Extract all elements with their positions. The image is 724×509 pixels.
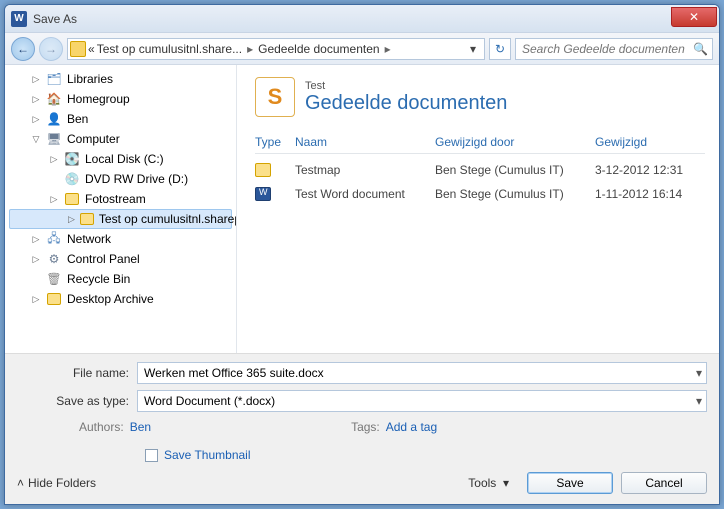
folder-icon <box>255 163 271 177</box>
row-date: 3-12-2012 12:31 <box>595 163 705 177</box>
chevron-down-icon[interactable]: ▾ <box>696 366 702 380</box>
tree-dvd[interactable]: 💿DVD RW Drive (D:) <box>5 169 236 189</box>
file-row[interactable]: Testmap Ben Stege (Cumulus IT) 3-12-2012… <box>255 158 705 182</box>
homegroup-icon: 🏠 <box>46 91 62 107</box>
savetype-label: Save as type: <box>17 394 137 408</box>
tree-local-c[interactable]: ▷💽Local Disk (C:) <box>5 149 236 169</box>
tree-computer[interactable]: ▽🖥Computer <box>5 129 236 149</box>
row-author: Ben Stege (Cumulus IT) <box>435 163 595 177</box>
row-name: Testmap <box>295 163 435 177</box>
sharepoint-icon: S <box>255 77 295 117</box>
tree-homegroup[interactable]: ▷🏠Homegroup <box>5 89 236 109</box>
tree-recycle[interactable]: 🗑Recycle Bin <box>5 269 236 289</box>
chevron-right-icon[interactable]: ▸ <box>244 42 256 56</box>
tree-libraries[interactable]: ▷🗂Libraries <box>5 69 236 89</box>
folder-icon <box>80 211 94 227</box>
row-author: Ben Stege (Cumulus IT) <box>435 187 595 201</box>
tree-desktop-archive[interactable]: ▷Desktop Archive <box>5 289 236 309</box>
title-bar: W Save As ✕ <box>5 5 719 33</box>
close-button[interactable]: ✕ <box>671 7 717 27</box>
col-door[interactable]: Gewijzigd door <box>435 135 595 149</box>
tags-label: Tags: <box>351 420 380 434</box>
tree-fotostream[interactable]: ▷Fotostream <box>5 189 236 209</box>
authors-label: Authors: <box>79 420 124 434</box>
content-pane: S Test Gedeelde documenten Type Naam Gew… <box>237 65 719 353</box>
recycle-bin-icon: 🗑 <box>46 271 62 287</box>
authors-value[interactable]: Ben <box>130 420 151 434</box>
breadcrumb-dropdown[interactable]: ▾ <box>464 42 482 56</box>
breadcrumb-prefix: « <box>88 42 95 56</box>
chevron-down-icon[interactable]: ▾ <box>696 394 702 408</box>
tags-value[interactable]: Add a tag <box>386 420 437 434</box>
chevron-down-icon: ▾ <box>503 476 509 490</box>
window-title: Save As <box>33 12 671 26</box>
filename-input[interactable]: Werken met Office 365 suite.docx ▾ <box>137 362 707 384</box>
breadcrumb-seg1[interactable]: Test op cumulusitnl.share... <box>97 42 242 56</box>
disk-icon: 💽 <box>64 151 80 167</box>
control-panel-icon: ⚙ <box>46 251 62 267</box>
chevron-up-icon: ˄ <box>17 476 24 490</box>
folder-icon <box>64 191 80 207</box>
refresh-button[interactable]: ↻ <box>489 38 511 60</box>
tree-control-panel[interactable]: ▷⚙Control Panel <box>5 249 236 269</box>
network-icon: 🖧 <box>46 231 62 247</box>
col-gew[interactable]: Gewijzigd <box>595 135 705 149</box>
folder-icon <box>46 291 62 307</box>
content-header: S Test Gedeelde documenten <box>255 77 705 117</box>
column-headers[interactable]: Type Naam Gewijzigd door Gewijzigd <box>255 135 705 154</box>
savetype-select[interactable]: Word Document (*.docx) ▾ <box>137 390 707 412</box>
dialog-body: ▷🗂Libraries ▷🏠Homegroup ▷👤Ben ▽🖥Computer… <box>5 65 719 353</box>
chevron-right-icon[interactable]: ▸ <box>382 42 394 56</box>
thumbnail-row: Save Thumbnail <box>17 448 707 462</box>
filename-row: File name: Werken met Office 365 suite.d… <box>17 362 707 384</box>
breadcrumb-seg2[interactable]: Gedeelde documenten <box>258 42 379 56</box>
hide-folders-button[interactable]: ˄ Hide Folders <box>17 476 96 490</box>
computer-icon: 🖥 <box>46 131 62 147</box>
search-input[interactable] <box>520 41 693 57</box>
user-icon: 👤 <box>46 111 62 127</box>
word-doc-icon <box>255 187 271 201</box>
col-naam[interactable]: Naam <box>295 135 435 149</box>
row-date: 1-11-2012 16:14 <box>595 187 705 201</box>
save-button[interactable]: Save <box>527 472 613 494</box>
row-name: Test Word document <box>295 187 435 201</box>
save-thumbnail-checkbox[interactable] <box>145 449 158 462</box>
cancel-button[interactable]: Cancel <box>621 472 707 494</box>
folder-tree[interactable]: ▷🗂Libraries ▷🏠Homegroup ▷👤Ben ▽🖥Computer… <box>5 65 237 353</box>
content-pretitle: Test <box>305 80 507 92</box>
save-as-dialog: W Save As ✕ ← → « Test op cumulusitnl.sh… <box>4 4 720 505</box>
word-app-icon: W <box>11 11 27 27</box>
breadcrumb[interactable]: « Test op cumulusitnl.share... ▸ Gedeeld… <box>67 38 485 60</box>
tree-ben[interactable]: ▷👤Ben <box>5 109 236 129</box>
action-row: ˄ Hide Folders Tools ▾ Save Cancel <box>17 472 707 494</box>
savetype-row: Save as type: Word Document (*.docx) ▾ <box>17 390 707 412</box>
address-bar: ← → « Test op cumulusitnl.share... ▸ Ged… <box>5 33 719 65</box>
back-button[interactable]: ← <box>11 37 35 61</box>
content-title: Gedeelde documenten <box>305 92 507 115</box>
folder-icon <box>70 41 86 57</box>
tree-network[interactable]: ▷🖧Network <box>5 229 236 249</box>
filename-label: File name: <box>17 366 137 380</box>
metadata-row: Authors: Ben Tags: Add a tag <box>17 420 707 434</box>
col-type[interactable]: Type <box>255 135 295 149</box>
forward-button[interactable]: → <box>39 37 63 61</box>
save-thumbnail-label[interactable]: Save Thumbnail <box>164 448 251 462</box>
tools-menu[interactable]: Tools ▾ <box>468 476 509 490</box>
bottom-panel: File name: Werken met Office 365 suite.d… <box>5 353 719 504</box>
dvd-icon: 💿 <box>64 171 80 187</box>
libraries-icon: 🗂 <box>46 71 62 87</box>
search-icon[interactable]: 🔍 <box>693 42 708 56</box>
tree-sharepoint-selected[interactable]: ▷Test op cumulusitnl.sharepoint <box>9 209 232 229</box>
file-row[interactable]: Test Word document Ben Stege (Cumulus IT… <box>255 182 705 206</box>
search-box[interactable]: 🔍 <box>515 38 713 60</box>
